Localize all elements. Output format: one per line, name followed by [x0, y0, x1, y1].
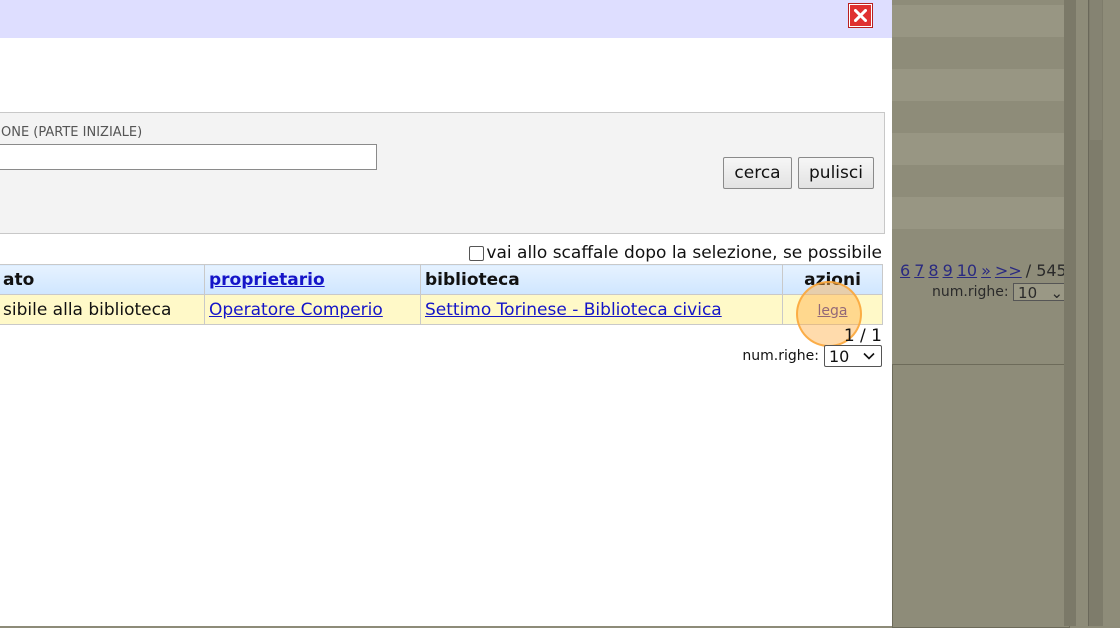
bg-row	[892, 133, 1064, 165]
cell-stato: sibile alla biblioteca	[0, 294, 205, 325]
bg-pager: 6 7 8 9 10» >>/ 545	[900, 261, 1067, 280]
table-row: sibile alla biblioteca Operatore Comperi…	[0, 294, 883, 325]
bg-page-link[interactable]: 10	[957, 261, 977, 280]
lega-link[interactable]: lega	[818, 303, 848, 319]
chevron-down-icon	[863, 352, 875, 360]
numrighe-select[interactable]: 10	[824, 345, 882, 367]
search-input[interactable]	[0, 144, 377, 170]
cell-biblioteca: Settimo Torinese - Biblioteca civica	[420, 294, 783, 325]
background-page: 6 7 8 9 10» >>/ 545 num.righe: 10 ⌄	[892, 0, 1120, 628]
bg-numrighe-value: 10	[1018, 284, 1038, 302]
numrighe-control: num.righe: 10	[742, 345, 882, 367]
bg-panel	[892, 364, 1070, 628]
header-biblioteca: biblioteca	[420, 264, 783, 295]
modal-dialog: ONE (PARTE INIZIALE) cerca pulisci vai a…	[0, 0, 892, 626]
cell-proprietario: Operatore Comperio	[204, 294, 421, 325]
bg-pager-total: / 545	[1025, 261, 1067, 280]
bg-numrighe-label: num.righe:	[932, 284, 1009, 300]
close-icon	[854, 9, 867, 22]
search-form: ONE (PARTE INIZIALE) cerca pulisci	[0, 112, 885, 234]
bg-scrollbar[interactable]	[1064, 0, 1076, 626]
bg-row	[892, 197, 1064, 229]
header-azioni: azioni	[782, 264, 883, 295]
bg-page-link[interactable]: 6	[900, 261, 910, 280]
shelf-checkbox-label: vai allo scaffale dopo la selezione, se …	[486, 243, 882, 263]
biblioteca-link[interactable]: Settimo Torinese - Biblioteca civica	[425, 300, 722, 320]
bg-last-link[interactable]: >>	[995, 261, 1022, 280]
pulisci-button[interactable]: pulisci	[798, 157, 874, 189]
proprietario-link[interactable]: Operatore Comperio	[209, 300, 383, 320]
bg-page-link[interactable]: 8	[928, 261, 938, 280]
table-header-row: ato proprietario biblioteca azioni	[0, 264, 883, 295]
bg-row	[892, 5, 1064, 37]
cerca-button[interactable]: cerca	[723, 157, 792, 189]
shelf-option: vai allo scaffale dopo la selezione, se …	[469, 243, 882, 263]
bg-numrighe: num.righe: 10 ⌄	[932, 283, 1070, 302]
numrighe-label: num.righe:	[742, 348, 819, 364]
bg-row	[892, 69, 1064, 101]
results-table: ato proprietario biblioteca azioni sibil…	[0, 264, 883, 325]
shelf-checkbox[interactable]	[469, 245, 485, 261]
bg-next-link[interactable]: »	[981, 261, 991, 280]
chevron-down-icon: ⌄	[1050, 284, 1064, 302]
numrighe-value: 10	[829, 346, 850, 366]
header-stato: ato	[0, 264, 205, 295]
bg-page-link[interactable]: 7	[914, 261, 924, 280]
modal-header	[0, 0, 892, 38]
page-count: 1 / 1	[843, 326, 882, 346]
close-button[interactable]	[849, 4, 872, 27]
search-field-label: ONE (PARTE INIZIALE)	[1, 125, 143, 140]
sort-proprietario-link[interactable]: proprietario	[209, 270, 325, 290]
header-proprietario: proprietario	[204, 264, 421, 295]
cell-azioni: lega	[782, 294, 883, 325]
scrollbar-thumb[interactable]	[1090, 0, 1102, 140]
bg-numrighe-select[interactable]: 10 ⌄	[1013, 283, 1070, 302]
bg-page-link[interactable]: 9	[943, 261, 953, 280]
page-scrollbar[interactable]	[1088, 0, 1103, 626]
